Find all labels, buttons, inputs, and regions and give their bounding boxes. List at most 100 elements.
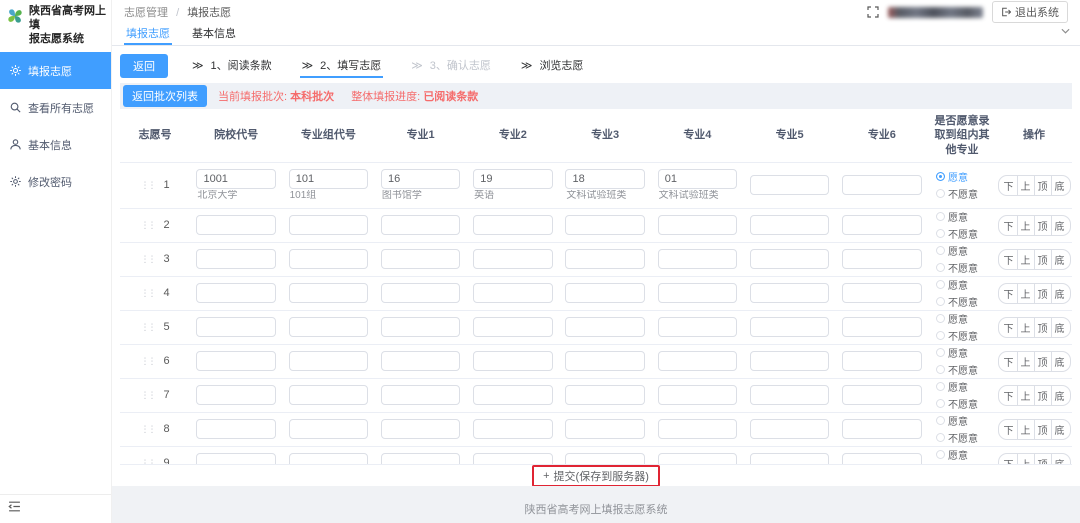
code-input[interactable] <box>658 453 737 464</box>
code-input[interactable] <box>381 283 460 303</box>
move-down-button[interactable]: 下 <box>998 175 1018 196</box>
radio-unwilling[interactable]: 不愿意 <box>936 294 978 309</box>
code-input[interactable] <box>196 351 275 371</box>
move-top-button[interactable]: 顶 <box>1034 175 1052 196</box>
radio-willing[interactable]: 愿意 <box>936 413 968 428</box>
code-input[interactable] <box>565 419 644 439</box>
move-bottom-button[interactable]: 底 <box>1051 283 1071 304</box>
code-input[interactable] <box>196 419 275 439</box>
radio-willing[interactable]: 愿意 <box>936 209 968 224</box>
code-input[interactable] <box>658 215 737 235</box>
sidebar-item-fill-volunteer[interactable]: 填报志愿 <box>0 52 111 89</box>
back-button[interactable]: 返回 <box>120 54 168 78</box>
code-input[interactable] <box>565 385 644 405</box>
move-bottom-button[interactable]: 底 <box>1051 249 1071 270</box>
submit-button[interactable]: + 提交(保存到服务器) <box>532 465 660 487</box>
move-up-button[interactable]: 上 <box>1017 351 1035 372</box>
code-input[interactable] <box>750 249 829 269</box>
radio-unwilling[interactable]: 不愿意 <box>936 362 978 377</box>
code-input[interactable] <box>381 249 460 269</box>
move-top-button[interactable]: 顶 <box>1034 419 1052 440</box>
code-input[interactable] <box>658 351 737 371</box>
fullscreen-icon[interactable] <box>867 6 879 18</box>
code-input[interactable] <box>473 385 552 405</box>
logout-button[interactable]: 退出系统 <box>992 1 1068 23</box>
move-down-button[interactable]: 下 <box>998 215 1018 236</box>
radio-willing[interactable]: 愿意 <box>936 311 968 326</box>
code-input[interactable] <box>565 283 644 303</box>
code-input[interactable] <box>473 453 552 464</box>
radio-unwilling[interactable]: 不愿意 <box>936 430 978 445</box>
code-input[interactable] <box>658 249 737 269</box>
code-input[interactable] <box>381 453 460 464</box>
code-input[interactable] <box>196 249 275 269</box>
code-input[interactable] <box>658 169 737 189</box>
code-input[interactable] <box>196 283 275 303</box>
code-input[interactable] <box>658 385 737 405</box>
radio-willing[interactable]: 愿意 <box>936 243 968 258</box>
code-input[interactable] <box>658 283 737 303</box>
code-input[interactable] <box>196 317 275 337</box>
move-bottom-button[interactable]: 底 <box>1051 419 1071 440</box>
radio-willing[interactable]: 愿意 <box>936 277 968 292</box>
radio-unwilling[interactable]: 不愿意 <box>936 226 978 241</box>
step-3[interactable]: ≫3、确认志愿 <box>409 54 493 78</box>
code-input[interactable] <box>473 351 552 371</box>
code-input[interactable] <box>289 351 368 371</box>
code-input[interactable] <box>750 215 829 235</box>
code-input[interactable] <box>842 215 921 235</box>
code-input[interactable] <box>750 453 829 464</box>
drag-handle-icon[interactable]: ⋮⋮ <box>140 180 156 191</box>
radio-unwilling[interactable]: 不愿意 <box>936 186 978 201</box>
radio-unwilling[interactable]: 不愿意 <box>936 260 978 275</box>
code-input[interactable] <box>750 385 829 405</box>
code-input[interactable] <box>473 419 552 439</box>
code-input[interactable] <box>842 249 921 269</box>
move-up-button[interactable]: 上 <box>1017 283 1035 304</box>
collapse-sidebar-icon[interactable] <box>8 500 21 516</box>
move-up-button[interactable]: 上 <box>1017 175 1035 196</box>
move-down-button[interactable]: 下 <box>998 453 1018 464</box>
code-input[interactable] <box>842 175 921 195</box>
tab-fill-volunteer[interactable]: 填报志愿 <box>124 22 172 45</box>
step-1[interactable]: ≫1、阅读条款 <box>190 54 274 78</box>
move-up-button[interactable]: 上 <box>1017 317 1035 338</box>
chevron-down-icon[interactable] <box>1061 27 1070 39</box>
radio-willing[interactable]: 愿意 <box>936 447 968 462</box>
radio-unwilling[interactable]: 不愿意 <box>936 396 978 411</box>
radio-willing[interactable]: 愿意 <box>936 379 968 394</box>
drag-handle-icon[interactable]: ⋮⋮ <box>140 390 156 401</box>
move-top-button[interactable]: 顶 <box>1034 317 1052 338</box>
move-up-button[interactable]: 上 <box>1017 419 1035 440</box>
code-input[interactable] <box>842 453 921 464</box>
move-down-button[interactable]: 下 <box>998 419 1018 440</box>
move-bottom-button[interactable]: 底 <box>1051 453 1071 464</box>
code-input[interactable] <box>473 283 552 303</box>
step-4[interactable]: ≫浏览志愿 <box>519 54 586 78</box>
code-input[interactable] <box>289 385 368 405</box>
move-bottom-button[interactable]: 底 <box>1051 317 1071 338</box>
code-input[interactable] <box>196 385 275 405</box>
code-input[interactable] <box>565 453 644 464</box>
move-top-button[interactable]: 顶 <box>1034 453 1052 464</box>
move-down-button[interactable]: 下 <box>998 351 1018 372</box>
step-2[interactable]: ≫2、填写志愿 <box>300 54 384 78</box>
code-input[interactable] <box>196 453 275 464</box>
code-input[interactable] <box>381 169 460 189</box>
code-input[interactable] <box>750 283 829 303</box>
code-input[interactable] <box>289 317 368 337</box>
code-input[interactable] <box>842 419 921 439</box>
sidebar-item-view-all-volunteers[interactable]: 查看所有志愿 <box>0 89 111 126</box>
move-bottom-button[interactable]: 底 <box>1051 351 1071 372</box>
code-input[interactable] <box>565 215 644 235</box>
code-input[interactable] <box>473 215 552 235</box>
move-up-button[interactable]: 上 <box>1017 453 1035 464</box>
move-top-button[interactable]: 顶 <box>1034 351 1052 372</box>
code-input[interactable] <box>842 351 921 371</box>
move-top-button[interactable]: 顶 <box>1034 215 1052 236</box>
sidebar-item-change-password[interactable]: 修改密码 <box>0 163 111 200</box>
code-input[interactable] <box>473 169 552 189</box>
drag-handle-icon[interactable]: ⋮⋮ <box>140 288 156 299</box>
move-up-button[interactable]: 上 <box>1017 385 1035 406</box>
code-input[interactable] <box>196 215 275 235</box>
